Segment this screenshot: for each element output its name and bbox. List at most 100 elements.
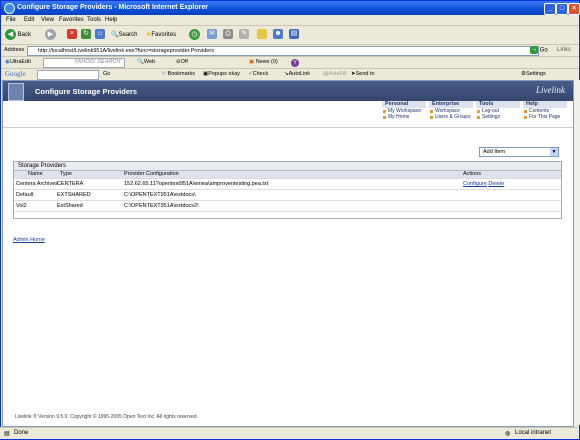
nav-for-this-page[interactable]: For This Page	[522, 114, 567, 120]
menu-favorites[interactable]: Favorites	[59, 17, 84, 23]
close-button[interactable]: ×	[568, 3, 580, 15]
window-title: Configure Storage Providers - Microsoft …	[17, 4, 208, 11]
autofill-button[interactable]: ▤AutoFill	[323, 71, 347, 77]
chevron-down-icon: ▼	[550, 148, 558, 156]
news-button[interactable]: ▣ News (0)	[249, 59, 278, 65]
nav-help: Help Contents For This Page	[522, 101, 567, 120]
stop-button[interactable]: ×	[67, 29, 77, 41]
home-button[interactable]: ⌂	[95, 29, 105, 41]
col-name: Name	[28, 171, 43, 177]
col-config: Provider Configuration	[124, 171, 179, 177]
configure-link[interactable]: Configure	[463, 181, 487, 187]
title-bar: Configure Storage Providers - Microsoft …	[1, 1, 580, 15]
ie-logo-icon	[4, 3, 15, 14]
history-button[interactable]: ◷	[189, 29, 200, 41]
autolink-button[interactable]: ↘AutoLink	[284, 71, 310, 77]
status-bar: ▤ Done ◍ Local intranet	[0, 427, 578, 439]
stop-icon: ×	[67, 29, 77, 40]
zone-text: Local intranet	[515, 430, 552, 436]
google-search-input[interactable]	[37, 70, 99, 80]
standard-toolbar: ◀ Back ▶ × ↻ ⌂ 🔍Search ★Favorites ◷ ✉ ⎙ …	[1, 26, 579, 45]
menu-edit[interactable]: Edit	[24, 17, 34, 23]
nav-personal-menu[interactable]: Personal	[381, 101, 426, 108]
forward-arrow-icon: ▶	[45, 29, 56, 40]
folder-icon	[257, 29, 267, 40]
table-header-row: Name Type Provider Configuration Actions	[14, 171, 561, 179]
menu-bar: File Edit View Favorites Tools Help	[1, 15, 579, 26]
table-row: Default EXTSHARED C:\OPENTEXT951A\extdoc…	[14, 190, 561, 201]
vertical-scrollbar[interactable]	[574, 80, 580, 425]
copyright-text: Livelink ® Version 9.5.0, Copyright © 19…	[15, 414, 198, 420]
back-button[interactable]: ◀ Back	[5, 29, 31, 41]
nav-tools: Tools Log-out Settings	[475, 101, 520, 120]
check-button[interactable]: ✓Check	[248, 71, 268, 77]
col-actions: Actions	[463, 171, 482, 177]
table-caption: Storage Providers	[14, 162, 561, 171]
mail-icon: ✉	[207, 29, 217, 40]
messenger-button[interactable]: ☻	[273, 29, 283, 41]
status-text: Done	[14, 430, 29, 436]
print-button[interactable]: ⎙	[223, 29, 233, 41]
forward-button[interactable]: ▶	[45, 29, 56, 41]
table-row: Centera Archives CENTERA 152.62.65.11?op…	[14, 179, 561, 190]
livelink-logo: Livelink	[536, 85, 565, 95]
table-row: Vol2 ExtShared C:\OPENTEXT951A\extdocs2\	[14, 201, 561, 212]
menu-tools[interactable]: Tools	[87, 17, 101, 23]
nav-enterprise: Enterprise Workspace Users & Groups	[428, 101, 473, 120]
messenger-icon: ☻	[273, 29, 283, 40]
menu-view[interactable]: View	[41, 17, 54, 23]
google-go-button[interactable]: Go	[103, 71, 110, 77]
nav-help-menu[interactable]: Help	[522, 101, 567, 108]
mail-button[interactable]: ✉	[207, 29, 217, 41]
web-search-button[interactable]: 🔍Web	[137, 59, 155, 65]
back-arrow-icon: ◀	[5, 29, 16, 40]
yahoo-icon: Y	[291, 59, 299, 67]
page-content: Configure Storage Providers Livelink Per…	[2, 80, 574, 427]
research-icon: ▤	[289, 29, 299, 40]
delete-link[interactable]: Delete	[488, 181, 504, 187]
sendto-button[interactable]: ➤Send to	[351, 71, 375, 77]
popup-blocker-button[interactable]: ⊘Off	[176, 59, 188, 65]
go-arrow-icon: →	[530, 46, 538, 54]
user-avatar-icon	[8, 83, 24, 101]
ultraedit-button[interactable]: ◉UltraEdit	[5, 59, 31, 65]
research-button[interactable]: ▤	[289, 29, 299, 41]
address-label: Address	[4, 47, 25, 53]
page-title: Configure Storage Providers	[35, 87, 138, 96]
edit-button[interactable]: ✎	[239, 29, 249, 41]
nav-tools-menu[interactable]: Tools	[475, 101, 520, 108]
address-input[interactable]: http://localhost/Livelink951A/livelink.e…	[27, 46, 539, 56]
go-button[interactable]: → Go	[530, 46, 548, 54]
print-icon: ⎙	[223, 29, 233, 40]
star-icon: ☆	[161, 71, 166, 77]
discuss-button[interactable]	[257, 29, 267, 41]
magnifier-icon: 🔍	[137, 59, 144, 65]
favorites-button[interactable]: ★Favorites	[146, 29, 176, 41]
page-icon: ▤	[4, 431, 10, 437]
google-logo: Google	[5, 70, 26, 78]
menu-help[interactable]: Help	[105, 17, 117, 23]
menu-file[interactable]: File	[6, 17, 16, 23]
yahoo-icon-button[interactable]: Y	[291, 59, 299, 67]
history-icon: ◷	[189, 29, 200, 40]
admin-home-link[interactable]: Admin Home	[13, 237, 45, 243]
maximize-button[interactable]: □	[556, 3, 568, 15]
bookmarks-button[interactable]: ☆ Bookmarks	[161, 71, 195, 77]
nav-users-groups[interactable]: Users & Groups	[428, 114, 473, 120]
ultraedit-toolbar: ◉UltraEdit YAHOO! SEARCH 🔍Web ⊘Off ▣ New…	[1, 57, 579, 69]
yahoo-search-input[interactable]: YAHOO! SEARCH	[43, 58, 125, 68]
links-label[interactable]: Links	[557, 47, 571, 53]
popups-button[interactable]: ▣Popups okay	[203, 71, 240, 77]
search-button[interactable]: 🔍Search	[111, 29, 138, 41]
minimize-button[interactable]: _	[544, 3, 556, 15]
nav-my-home[interactable]: My Home	[381, 114, 426, 120]
edit-icon: ✎	[239, 29, 249, 40]
nav-settings[interactable]: Settings	[475, 114, 520, 120]
nav-enterprise-menu[interactable]: Enterprise	[428, 101, 473, 108]
refresh-button[interactable]: ↻	[81, 29, 91, 41]
add-item-select[interactable]: Add Item ▼	[479, 147, 559, 157]
settings-button[interactable]: ⚙Settings	[521, 71, 546, 77]
refresh-icon: ↻	[81, 29, 91, 40]
col-type: Type	[60, 171, 72, 177]
global-nav: Personal My Workspace My Home Enterprise…	[3, 101, 573, 128]
